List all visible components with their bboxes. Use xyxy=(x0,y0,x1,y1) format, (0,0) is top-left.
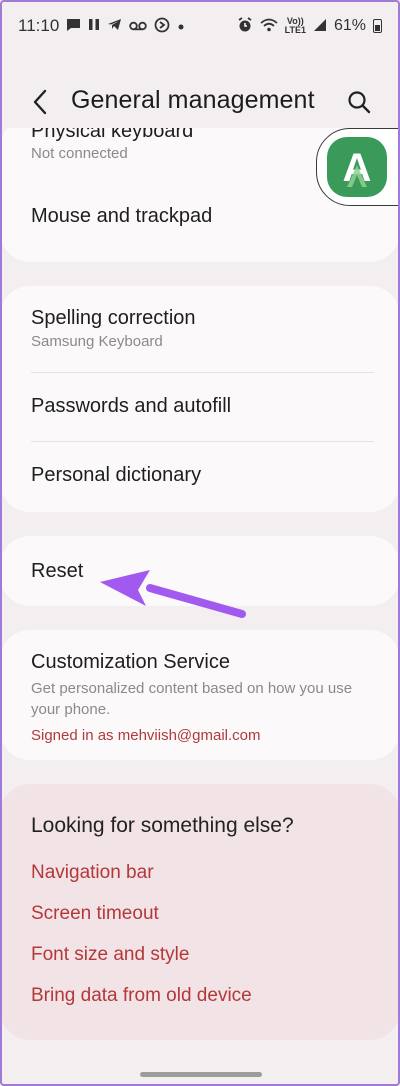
customization-card: Customization Service Get personalized c… xyxy=(0,630,400,760)
reset-title: Reset xyxy=(31,560,84,582)
wifi-icon xyxy=(260,18,278,35)
voicemail-icon xyxy=(129,19,147,34)
app-header: General management xyxy=(0,76,400,128)
signal-icon xyxy=(313,18,327,35)
status-right: Vo)) LTE1 61% xyxy=(237,17,382,36)
dot-icon xyxy=(177,19,185,34)
personal-dictionary-item[interactable]: Personal dictionary xyxy=(31,464,374,487)
link-bring-data[interactable]: Bring data from old device xyxy=(31,985,252,1007)
customization-service-title: Customization Service xyxy=(31,651,230,673)
volte-icon: Vo)) LTE1 xyxy=(285,17,306,35)
chat-icon xyxy=(66,18,81,35)
home-gesture-bar[interactable] xyxy=(140,1072,262,1077)
mouse-trackpad-title: Mouse and trackpad xyxy=(31,205,213,227)
divider xyxy=(31,372,374,373)
battery-percent: 61% xyxy=(333,17,366,34)
personal-dictionary-title: Personal dictionary xyxy=(31,464,202,486)
spelling-correction-title: Spelling correction xyxy=(31,307,196,329)
battery-icon xyxy=(373,19,382,33)
status-time: 11:10 xyxy=(18,16,60,35)
search-icon xyxy=(348,91,371,114)
link-navigation-bar[interactable]: Navigation bar xyxy=(31,862,154,884)
passwords-autofill-title: Passwords and autofill xyxy=(31,395,232,417)
mouse-trackpad-item[interactable]: Mouse and trackpad xyxy=(31,205,374,228)
search-button[interactable] xyxy=(342,84,376,120)
reset-card: Reset xyxy=(0,536,400,606)
divider xyxy=(31,441,374,442)
chevron-left-icon xyxy=(33,89,47,115)
app-logo-icon: A xyxy=(327,137,387,197)
alarm-icon xyxy=(237,16,253,36)
floating-app-bubble[interactable]: A xyxy=(316,128,400,206)
customization-service-description: Get personalized content based on how yo… xyxy=(31,680,353,718)
group2-card: Spelling correction Samsung Keyboard Pas… xyxy=(0,286,400,512)
back-button[interactable] xyxy=(24,84,56,120)
link-screen-timeout[interactable]: Screen timeout xyxy=(31,903,159,925)
spelling-correction-item[interactable]: Spelling correction Samsung Keyboard xyxy=(31,307,374,350)
reset-item[interactable]: Reset xyxy=(31,560,374,583)
lte-label: LTE1 xyxy=(284,25,306,35)
passwords-autofill-item[interactable]: Passwords and autofill xyxy=(31,395,374,418)
status-left: 11:10 xyxy=(18,16,185,36)
link-font-size-style[interactable]: Font size and style xyxy=(31,944,189,966)
signed-in-account: Signed in as mehviish@gmail.com xyxy=(31,727,261,744)
letter-a-icon: A xyxy=(343,146,372,189)
spelling-correction-subtitle: Samsung Keyboard xyxy=(31,333,163,350)
shazam-icon xyxy=(154,17,170,36)
looking-for-title: Looking for something else? xyxy=(31,814,294,837)
page-title: General management xyxy=(71,86,315,114)
customization-service-item[interactable]: Customization Service Get personalized c… xyxy=(31,651,374,744)
pause-icon xyxy=(88,18,100,34)
status-bar: 11:10 Vo)) LTE1 61% xyxy=(0,0,400,52)
telegram-icon xyxy=(107,18,122,34)
looking-for-section: Looking for something else? Navigation b… xyxy=(0,784,400,1040)
